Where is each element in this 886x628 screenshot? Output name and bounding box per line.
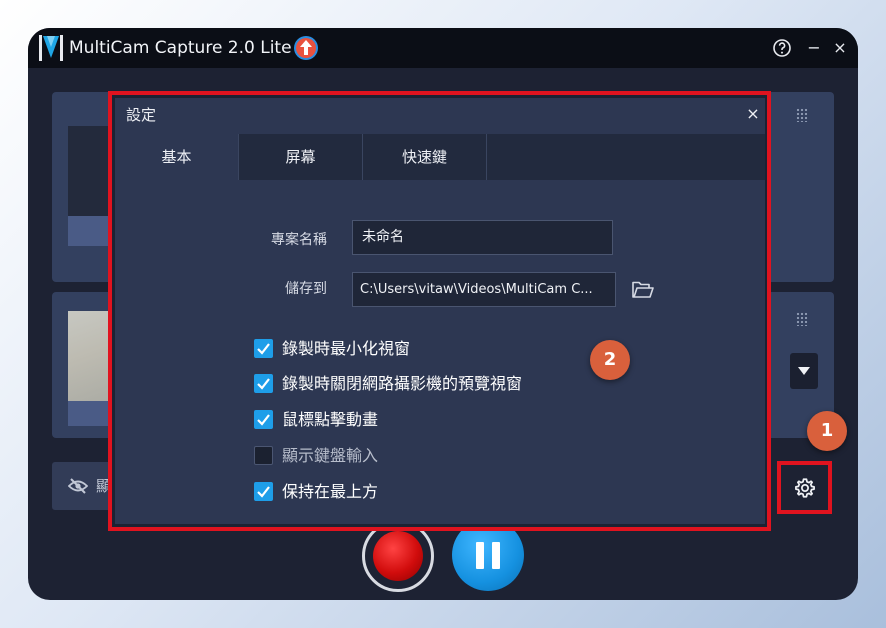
tab-hotkeys[interactable]: 快速鍵 xyxy=(363,134,487,180)
check-icon xyxy=(257,343,270,355)
dialog-title: 設定 xyxy=(126,106,157,124)
update-arrow-icon[interactable] xyxy=(294,36,318,60)
pause-icon xyxy=(476,542,484,569)
folder-open-icon[interactable] xyxy=(631,280,655,300)
check-icon xyxy=(257,486,270,498)
checkbox-show-keystrokes[interactable] xyxy=(254,446,273,465)
option-label: 保持在最上方 xyxy=(282,482,379,501)
option-close-webcam-preview[interactable]: 錄製時關閉網路攝影機的預覽視窗 xyxy=(254,373,594,395)
eye-off-icon xyxy=(68,478,88,494)
option-click-animation[interactable]: 鼠標點擊動畫 xyxy=(254,409,594,431)
option-label: 錄製時關閉網路攝影機的預覽視窗 xyxy=(282,374,523,393)
check-icon xyxy=(257,378,270,390)
step-badge-2: 2 xyxy=(590,340,630,380)
save-to-label: 儲存到 xyxy=(285,281,327,297)
camera-dropdown-button[interactable] xyxy=(790,353,818,389)
checkbox-always-on-top[interactable] xyxy=(254,482,273,501)
checkbox-minimize-on-record[interactable] xyxy=(254,339,273,358)
caret-down-icon xyxy=(798,367,810,375)
step-badge-1: 1 xyxy=(807,411,847,451)
tab-basic[interactable]: 基本 xyxy=(115,134,239,180)
option-label: 錄製時最小化視窗 xyxy=(282,339,411,358)
settings-dialog: 設定 × 基本 屏幕 快速鍵 專案名稱 未命名 儲存到 C:\Users\vit… xyxy=(115,98,765,524)
option-label: 顯示鍵盤輸入 xyxy=(282,446,379,465)
option-label: 鼠標點擊動畫 xyxy=(282,410,379,429)
checkbox-click-animation[interactable] xyxy=(254,410,273,429)
project-name-input[interactable]: 未命名 xyxy=(352,220,613,255)
minimize-button[interactable]: − xyxy=(804,38,824,58)
dialog-close-button[interactable]: × xyxy=(743,104,763,124)
dialog-tab-bar: 基本 屏幕 快速鍵 xyxy=(115,134,765,180)
checkbox-close-webcam-preview[interactable] xyxy=(254,374,273,393)
option-show-keystrokes[interactable]: 顯示鍵盤輸入 xyxy=(254,445,594,467)
save-path-input[interactable]: C:\Users\vitaw\Videos\MultiCam C... xyxy=(352,272,616,307)
settings-button[interactable] xyxy=(777,461,832,514)
tab-screen[interactable]: 屏幕 xyxy=(239,134,363,180)
drag-handle-icon[interactable] xyxy=(796,312,808,326)
multicam-logo-icon xyxy=(38,34,64,62)
project-name-label: 專案名稱 xyxy=(271,232,327,248)
check-icon xyxy=(257,414,270,426)
pause-icon xyxy=(492,542,500,569)
app-title: MultiCam Capture 2.0 Lite xyxy=(69,38,292,58)
help-icon[interactable] xyxy=(772,38,792,58)
close-button[interactable]: × xyxy=(830,38,850,58)
record-icon xyxy=(373,531,423,581)
option-always-on-top[interactable]: 保持在最上方 xyxy=(254,481,594,503)
title-bar: MultiCam Capture 2.0 Lite − × xyxy=(28,28,858,68)
gear-icon xyxy=(795,478,815,498)
option-minimize-on-record[interactable]: 錄製時最小化視窗 xyxy=(254,338,594,360)
drag-handle-icon[interactable] xyxy=(796,108,808,122)
